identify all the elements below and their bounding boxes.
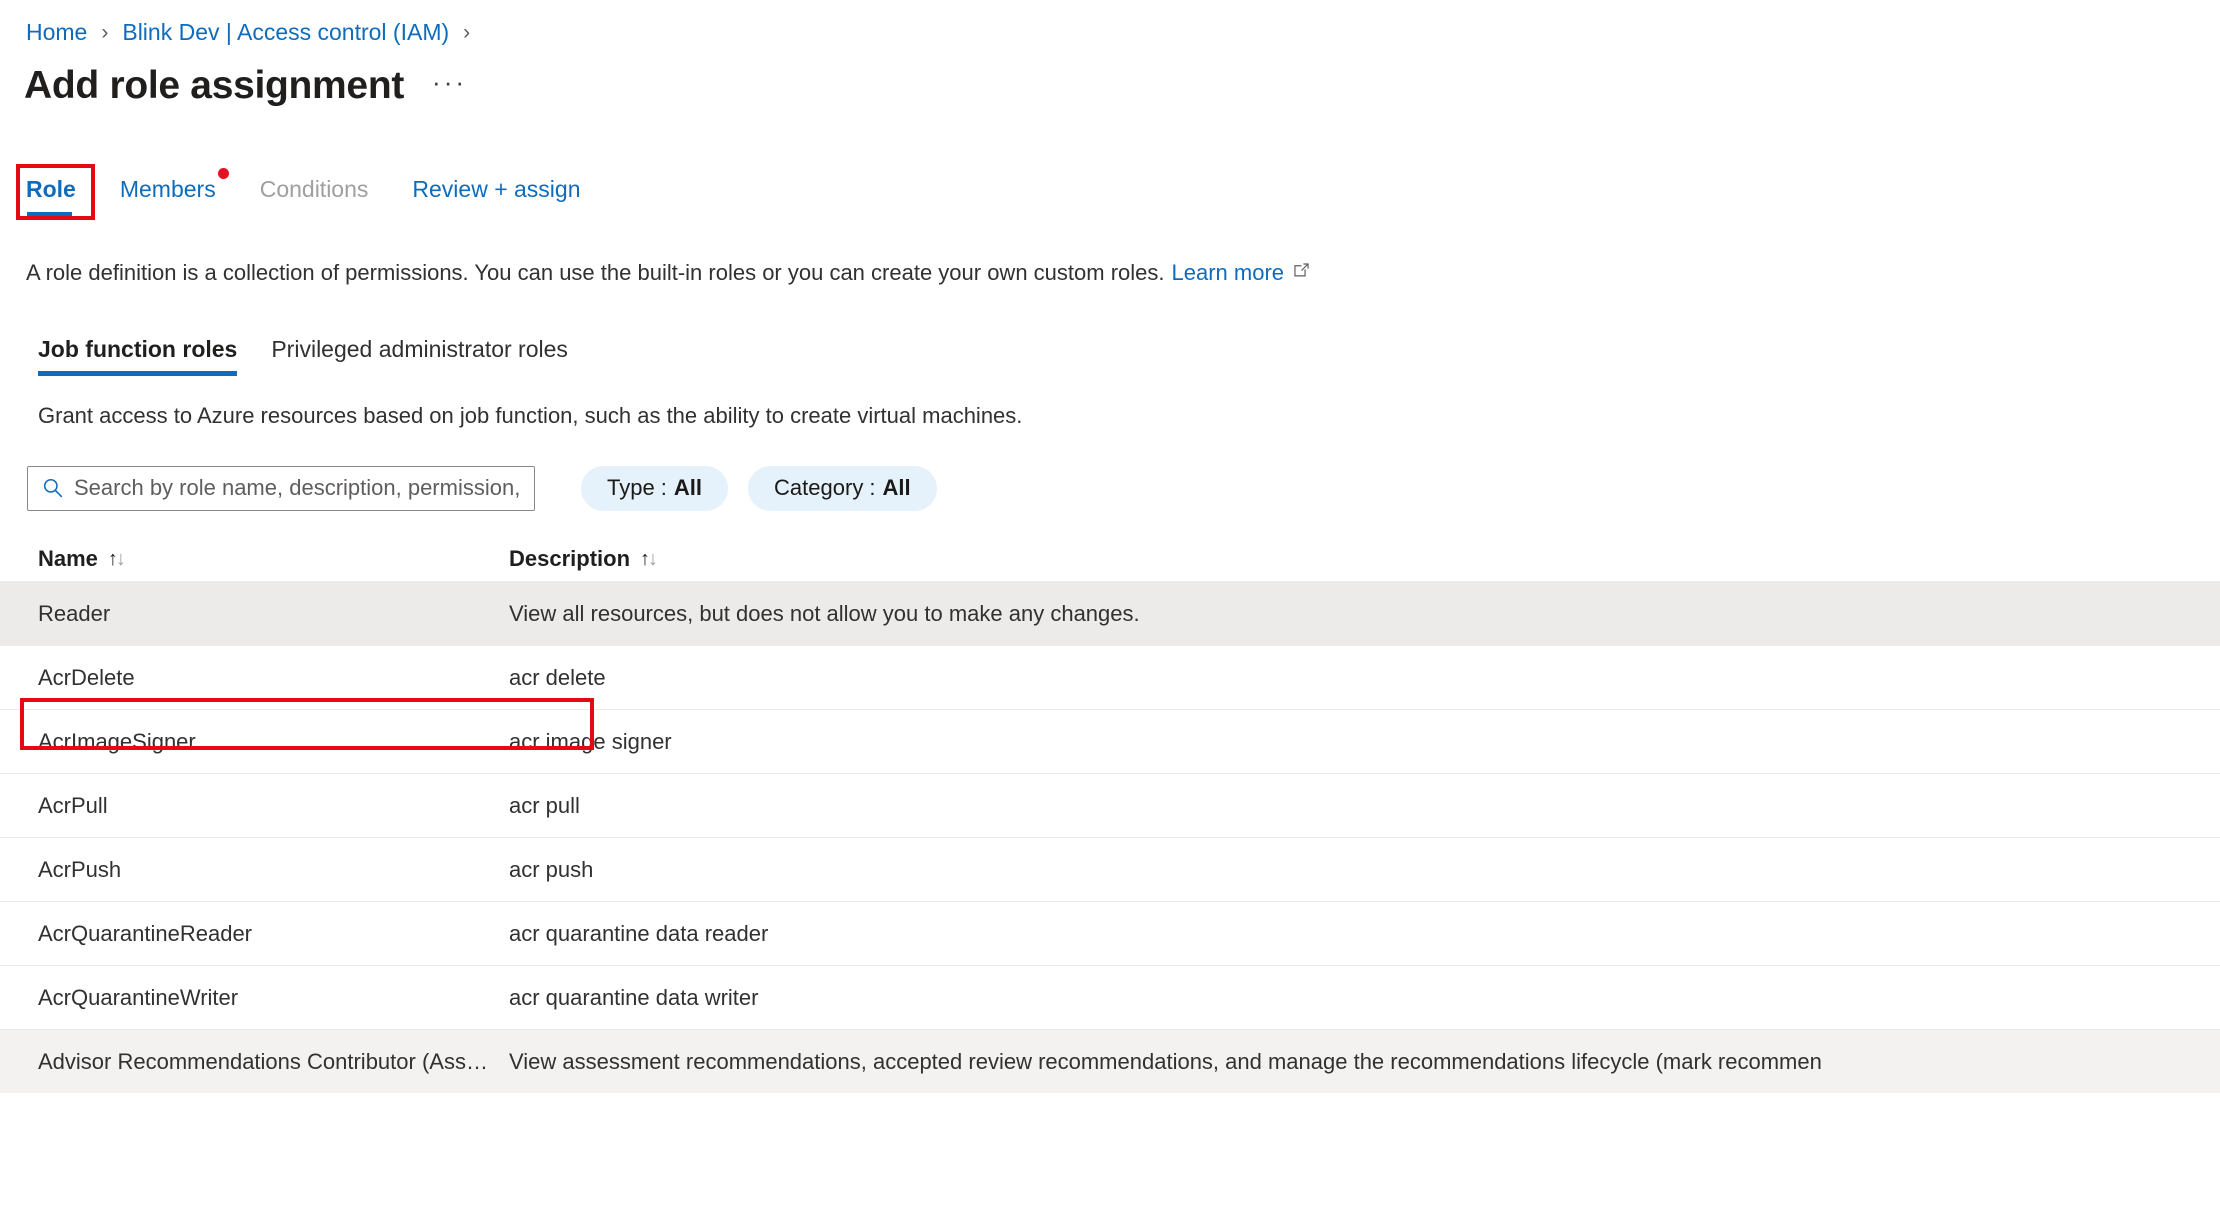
cell-role-description: View assessment recommendations, accepte… bbox=[509, 1048, 1822, 1074]
external-link-icon bbox=[1292, 260, 1311, 286]
table-row[interactable]: AcrQuarantineReader acr quarantine data … bbox=[0, 901, 2220, 965]
filter-pill-type-key: Type : bbox=[607, 475, 667, 500]
pivot-job-function-roles-label: Job function roles bbox=[38, 336, 238, 362]
role-description: A role definition is a collection of per… bbox=[0, 260, 2220, 286]
page-title: Add role assignment bbox=[24, 63, 405, 107]
table-row[interactable]: AcrPush acr push bbox=[0, 837, 2220, 901]
filter-pill-type-value: All bbox=[673, 475, 703, 500]
tab-review-assign-label: Review + assign bbox=[412, 176, 581, 202]
sort-down-glyph: ↓ bbox=[115, 548, 126, 570]
roles-table-header: Name ↑↓ Description ↑↓ bbox=[0, 537, 2220, 581]
cell-role-description: acr quarantine data writer bbox=[509, 984, 759, 1010]
pivot-privileged-administrator-roles[interactable]: Privileged administrator roles bbox=[271, 336, 568, 376]
filter-pill-category[interactable]: Category : All bbox=[748, 465, 937, 511]
title-row: Add role assignment ··· bbox=[0, 46, 2220, 107]
column-header-description-label: Description bbox=[509, 546, 631, 571]
breadcrumb: Home › Blink Dev | Access control (IAM) … bbox=[0, 0, 2220, 46]
pivot-description: Grant access to Azure resources based on… bbox=[38, 403, 1023, 428]
tab-role[interactable]: Role bbox=[26, 170, 76, 217]
table-row[interactable]: AcrPull acr pull bbox=[0, 773, 2220, 837]
table-row[interactable]: Advisor Recommendations Contributor (Ass… bbox=[0, 1029, 2220, 1093]
search-icon bbox=[41, 476, 65, 500]
column-header-name[interactable]: Name ↑↓ bbox=[38, 546, 509, 572]
cell-role-name: AcrQuarantineWriter bbox=[38, 984, 239, 1010]
pivot-privileged-administrator-roles-label: Privileged administrator roles bbox=[271, 336, 568, 362]
table-row[interactable]: AcrImageSigner acr image signer bbox=[0, 709, 2220, 773]
tab-members-label: Members bbox=[119, 176, 216, 202]
required-dot-icon bbox=[217, 168, 229, 179]
pivot-job-function-roles[interactable]: Job function roles bbox=[38, 336, 238, 376]
cell-role-name: AcrPush bbox=[38, 856, 122, 882]
filter-pill-category-value: All bbox=[882, 475, 911, 500]
cell-role-description: acr delete bbox=[509, 664, 606, 690]
tab-role-label: Role bbox=[26, 176, 76, 202]
cell-role-name: AcrQuarantineReader bbox=[38, 920, 253, 946]
sort-up-glyph: ↑ bbox=[107, 548, 118, 570]
column-header-description[interactable]: Description ↑↓ bbox=[509, 546, 2220, 572]
cell-role-name: Reader bbox=[38, 600, 111, 626]
cell-role-name: AcrPull bbox=[38, 792, 108, 818]
column-header-name-label: Name bbox=[38, 546, 98, 571]
page-root: Home › Blink Dev | Access control (IAM) … bbox=[0, 0, 2220, 1216]
wizard-tablist: Role Members Conditions Review + assign bbox=[0, 164, 2220, 232]
table-row[interactable]: AcrQuarantineWriter acr quarantine data … bbox=[0, 965, 2220, 1029]
role-description-text: A role definition is a collection of per… bbox=[26, 260, 1165, 285]
roles-toolbar: Type : All Category : All bbox=[0, 465, 2220, 511]
sort-ascending-descending-icon: ↑↓ bbox=[107, 548, 126, 570]
sort-up-glyph-2: ↑ bbox=[640, 548, 650, 570]
cell-role-name: Advisor Recommendations Contributor (Ass… bbox=[38, 1048, 509, 1074]
search-input[interactable] bbox=[65, 475, 534, 501]
filter-pill-category-key: Category : bbox=[774, 475, 876, 500]
cell-role-description: View all resources, but does not allow y… bbox=[509, 600, 1140, 626]
sort-ascending-descending-icon-2: ↑↓ bbox=[640, 548, 658, 570]
table-row[interactable]: AcrDelete acr delete bbox=[0, 645, 2220, 709]
breadcrumb-separator-icon-2: › bbox=[463, 20, 471, 44]
table-row[interactable]: Reader View all resources, but does not … bbox=[0, 581, 2220, 645]
cell-role-description: acr quarantine data reader bbox=[509, 920, 769, 946]
roles-table: Name ↑↓ Description ↑↓ Reader View all r… bbox=[0, 537, 2220, 1093]
breadcrumb-item-home[interactable]: Home bbox=[26, 20, 87, 44]
cell-role-description: acr pull bbox=[509, 792, 580, 818]
filter-pill-type[interactable]: Type : All bbox=[581, 465, 729, 511]
cell-role-name: AcrImageSigner bbox=[38, 728, 196, 754]
learn-more-link[interactable]: Learn more bbox=[1172, 260, 1285, 286]
cell-role-description: acr image signer bbox=[509, 728, 672, 754]
breadcrumb-separator-icon: › bbox=[101, 20, 109, 44]
tab-review-assign[interactable]: Review + assign bbox=[412, 170, 580, 217]
breadcrumb-item-access-control[interactable]: Blink Dev | Access control (IAM) bbox=[122, 20, 449, 44]
tab-conditions-label: Conditions bbox=[259, 176, 369, 202]
tab-conditions[interactable]: Conditions bbox=[260, 170, 369, 217]
tab-members[interactable]: Members bbox=[119, 168, 229, 217]
cell-role-name: AcrDelete bbox=[38, 664, 135, 690]
role-pivot-tablist: Job function roles Privileged administra… bbox=[0, 324, 2220, 376]
cell-role-description: acr push bbox=[509, 856, 594, 882]
search-box[interactable] bbox=[27, 465, 535, 511]
more-options-icon[interactable]: ··· bbox=[432, 69, 467, 101]
sort-down-glyph-2: ↓ bbox=[648, 548, 658, 570]
